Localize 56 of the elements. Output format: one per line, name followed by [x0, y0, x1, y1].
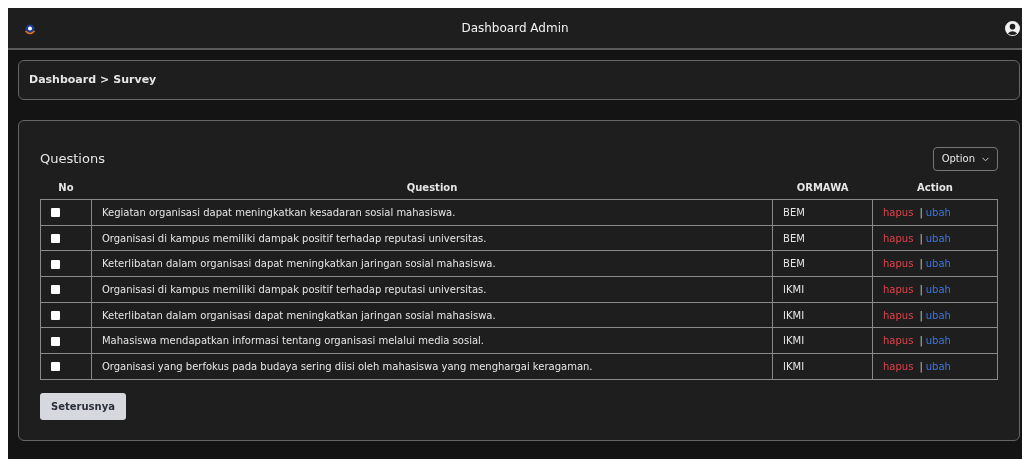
column-header: Action: [917, 182, 953, 193]
question-cell: Organisasi di kampus memiliki dampak positif terhadap reputasi universitas.: [91, 225, 773, 251]
edit-link[interactable]: ubah: [925, 360, 951, 372]
edit-link[interactable]: ubah: [925, 232, 951, 244]
breadcrumb-separator: >: [100, 71, 110, 88]
card-title: Questions: [40, 150, 105, 169]
edit-link[interactable]: ubah: [925, 258, 951, 270]
row-checkbox[interactable]: [51, 362, 60, 372]
ormawa-cell: IKMI: [772, 327, 873, 354]
next-button[interactable]: Seterusnya: [40, 392, 126, 420]
delete-link[interactable]: hapus: [883, 232, 914, 244]
chevron-down-icon: [982, 156, 989, 162]
separator: |: [919, 309, 923, 321]
edit-link[interactable]: ubah: [925, 283, 951, 295]
edit-link[interactable]: ubah: [925, 309, 951, 321]
ormawa-cell: IKMI: [772, 276, 873, 303]
row-checkbox[interactable]: [51, 336, 60, 346]
question-cell: Keterlibatan dalam organisasi dapat meningkatkan jaringan sosial mahasiswa.: [91, 302, 773, 328]
ormawa-cell: BEM: [772, 250, 873, 277]
breadcrumb-link[interactable]: Dashboard: [29, 71, 97, 89]
column-header: Question: [406, 182, 458, 193]
row-checkbox[interactable]: [51, 259, 60, 269]
column-header: ORMAWA: [796, 182, 849, 193]
edit-link[interactable]: ubah: [925, 335, 951, 347]
row-checkbox[interactable]: [51, 208, 60, 218]
question-cell: Organisasi di kampus memiliki dampak positif terhadap reputasi universitas.: [91, 276, 773, 303]
ormawa-cell: BEM: [772, 199, 873, 226]
edit-link[interactable]: ubah: [925, 206, 951, 218]
option-dropdown[interactable]: Option: [932, 147, 998, 171]
question-cell: Organisasi yang berfokus pada budaya sering diisi oleh mahasiswa yang menghargai keragaman.: [91, 353, 773, 380]
question-cell: Mahasiswa mendapatkan informasi tentang organisasi melalui media sosial.: [91, 327, 773, 354]
separator: |: [919, 335, 923, 347]
delete-link[interactable]: hapus: [883, 258, 914, 270]
breadcrumb-current: Survey: [113, 71, 157, 88]
separator: |: [919, 232, 923, 244]
delete-link[interactable]: hapus: [883, 206, 914, 218]
column-header: No: [58, 182, 74, 193]
ormawa-cell: IKMI: [772, 353, 873, 380]
row-checkbox[interactable]: [51, 311, 60, 321]
user-icon[interactable]: [1005, 21, 1020, 36]
ormawa-cell: BEM: [772, 225, 873, 251]
delete-link[interactable]: hapus: [883, 283, 914, 295]
delete-link[interactable]: hapus: [883, 335, 914, 347]
question-cell: Kegiatan organisasi dapat meningkatkan kesadaran sosial mahasiswa.: [91, 199, 773, 226]
row-checkbox[interactable]: [51, 234, 60, 244]
logo-icon: [24, 24, 36, 36]
delete-link[interactable]: hapus: [883, 360, 914, 372]
navbar-title: Dashboard Admin: [461, 20, 569, 37]
separator: |: [919, 360, 923, 372]
separator: |: [919, 206, 923, 218]
row-checkbox[interactable]: [51, 285, 60, 295]
separator: |: [919, 283, 923, 295]
ormawa-cell: IKMI: [772, 302, 873, 328]
separator: |: [919, 258, 923, 270]
question-cell: Keterlibatan dalam organisasi dapat meningkatkan jaringan sosial mahasiswa.: [91, 250, 773, 277]
delete-link[interactable]: hapus: [883, 309, 914, 321]
